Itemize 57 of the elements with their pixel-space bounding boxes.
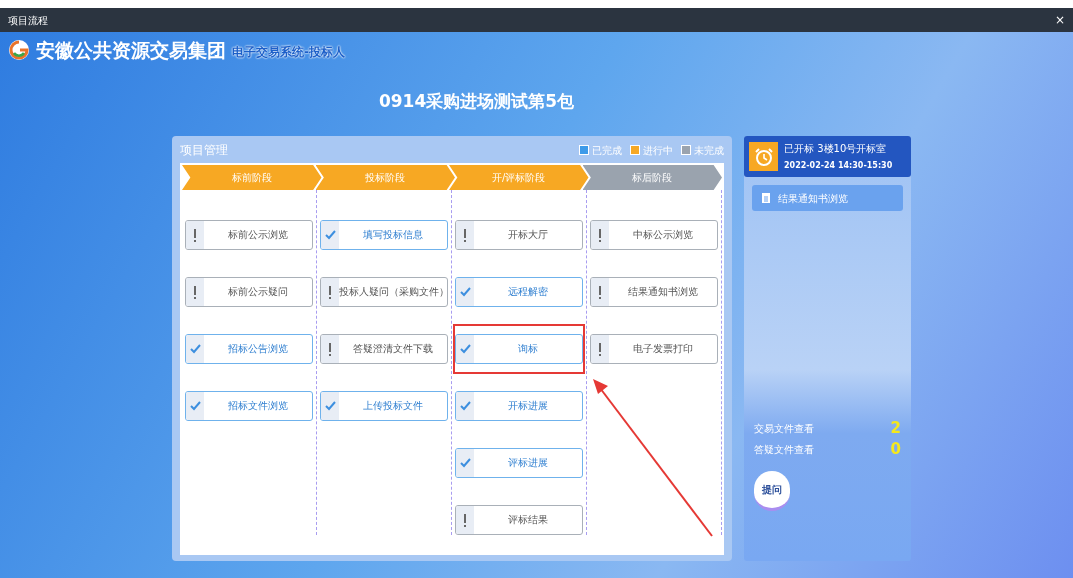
task-button[interactable]: 开标进展 (455, 391, 583, 421)
window-title: 项目流程 (8, 13, 48, 28)
exclamation-icon (463, 513, 467, 527)
check-icon (459, 287, 471, 297)
check-icon (459, 458, 471, 468)
check-icon (459, 401, 471, 411)
task-button[interactable]: 评标结果 (455, 505, 583, 535)
stage-header: 标后阶段 (582, 165, 722, 190)
legend-label: 进行中 (643, 143, 673, 158)
panel-title: 项目管理 (180, 142, 228, 159)
exclamation-icon (598, 285, 602, 299)
exclamation-icon (598, 342, 602, 356)
time-text: 2022-02-24 14:30-15:30 (784, 160, 893, 172)
check-icon (459, 344, 471, 354)
exclamation-icon (463, 228, 467, 242)
task-button[interactable]: 评标进展 (455, 448, 583, 478)
task-button[interactable]: 远程解密 (455, 277, 583, 307)
task-button[interactable]: 招标公告浏览 (185, 334, 313, 364)
count-label: 交易文件查看 (754, 422, 814, 436)
brand-name: 安徽公共资源交易集团 (36, 38, 226, 63)
task-button[interactable]: 填写投标信息 (320, 220, 448, 250)
task-button[interactable]: 开标大厅 (455, 220, 583, 250)
task-button[interactable]: 标前公示浏览 (185, 220, 313, 250)
count-label: 答疑文件查看 (754, 443, 814, 457)
exclamation-icon (598, 228, 602, 242)
project-title: 0914采购进场测试第5包 (377, 89, 576, 113)
legend-label: 已完成 (592, 143, 622, 158)
task-button[interactable]: 询标 (455, 334, 583, 364)
check-icon (189, 344, 201, 354)
stage-header: 投标阶段 (315, 165, 455, 190)
alarm-clock-icon (749, 142, 778, 171)
status-text: 已开标 3楼10号开标室 (784, 142, 888, 156)
check-icon (324, 230, 336, 240)
legend-label: 未完成 (694, 143, 724, 158)
count-value: 2 (890, 421, 901, 436)
task-button[interactable]: 结果通知书浏览 (590, 277, 718, 307)
logo-icon (8, 39, 30, 62)
task-button[interactable]: 标前公示疑问 (185, 277, 313, 307)
document-icon (762, 193, 770, 203)
ask-button[interactable]: 提问 (754, 471, 790, 511)
task-button[interactable]: 答疑澄清文件下载 (320, 334, 448, 364)
close-button[interactable]: × (1054, 14, 1065, 26)
task-button[interactable]: 电子发票打印 (590, 334, 718, 364)
count-value: 0 (890, 442, 901, 457)
exclamation-icon (193, 228, 197, 242)
check-icon (189, 401, 201, 411)
task-button[interactable]: 中标公示浏览 (590, 220, 718, 250)
task-button[interactable]: 招标文件浏览 (185, 391, 313, 421)
exclamation-icon (328, 285, 332, 299)
stage-header: 标前阶段 (182, 165, 322, 190)
system-subtitle: 电子交易系统-投标人 (232, 44, 345, 62)
stage-header: 开/评标阶段 (449, 165, 589, 190)
task-button[interactable]: 投标人疑问（采购文件） (320, 277, 448, 307)
exclamation-icon (193, 285, 197, 299)
exclamation-icon (328, 342, 332, 356)
task-button[interactable]: 上传投标文件 (320, 391, 448, 421)
check-icon (324, 401, 336, 411)
